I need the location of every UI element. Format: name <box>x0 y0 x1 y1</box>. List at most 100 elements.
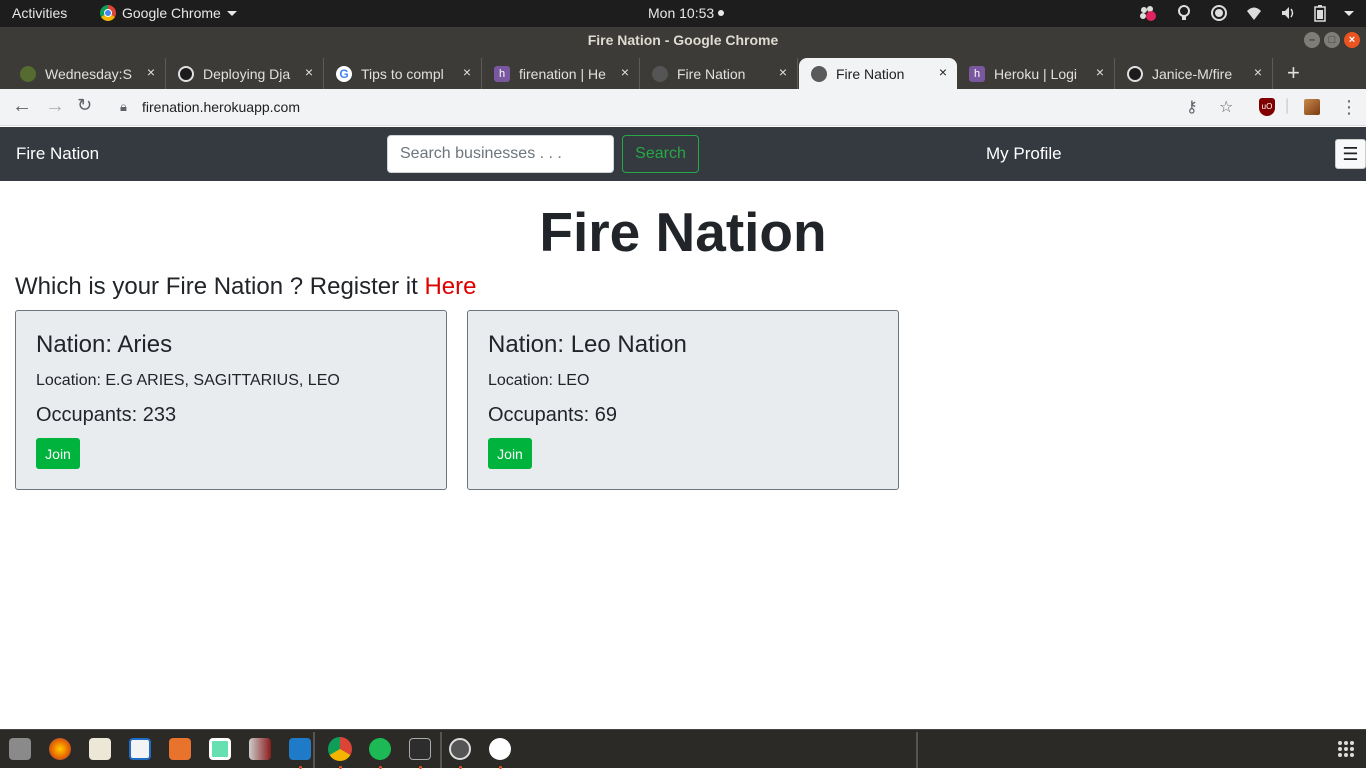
tagline-text: Which is your Fire Nation ? Register it <box>15 273 418 300</box>
close-tab-icon[interactable]: × <box>1096 64 1104 80</box>
tab-label: Deploying Dja <box>203 65 291 82</box>
search-input[interactable] <box>387 135 614 173</box>
software-center-icon[interactable] <box>169 738 191 760</box>
clock[interactable]: Mon 10:53 <box>648 5 725 21</box>
card-location: Location: E.G ARIES, SAGITTARIUS, LEO <box>36 372 340 389</box>
slack-tray-icon[interactable] <box>1138 4 1158 22</box>
heroku-icon: h <box>969 65 985 82</box>
tab-firenation-heroku[interactable]: h firenation | He × <box>482 58 640 89</box>
calendar-icon <box>20 65 36 82</box>
volume-icon[interactable] <box>1280 5 1296 21</box>
close-tab-icon[interactable]: × <box>1254 64 1262 80</box>
tab-fire-nation[interactable]: Fire Nation × <box>640 58 798 89</box>
chrome-icon <box>100 5 116 21</box>
tab-label: Janice-M/fire <box>1152 65 1233 82</box>
caret-down-icon <box>226 10 237 16</box>
my-profile-link[interactable]: My Profile <box>986 144 1062 164</box>
files-app-icon[interactable] <box>9 738 31 760</box>
maximize-button[interactable]: □ <box>1324 32 1340 48</box>
tab-label: Fire Nation <box>677 65 746 82</box>
nation-card: Nation: Aries Location: E.G ARIES, SAGIT… <box>15 310 447 490</box>
tab-fire-nation-active[interactable]: Fire Nation × <box>799 58 957 89</box>
nation-card: Nation: Leo Nation Location: LEO Occupan… <box>467 310 899 490</box>
card-title: Nation: Aries <box>36 331 173 358</box>
register-tagline: Which is your Fire Nation ? Register it … <box>15 273 477 301</box>
app-menu[interactable]: Google Chrome <box>100 5 237 21</box>
slack-app-icon[interactable] <box>489 738 511 760</box>
card-occupants: Occupants: 69 <box>488 404 617 426</box>
reload-button[interactable]: ↻ <box>77 95 92 116</box>
tab-janice-repo[interactable]: Janice-M/fire × <box>1115 58 1273 89</box>
extension-avatar-icon[interactable] <box>1304 99 1320 115</box>
site-navbar: Fire Nation Search My Profile ☰ <box>0 127 1366 181</box>
chrome-menu-icon[interactable]: ⋮ <box>1340 97 1358 118</box>
forward-button[interactable]: → <box>45 95 65 118</box>
record-icon[interactable] <box>1210 4 1228 22</box>
tab-heroku-login[interactable]: h Heroku | Logi × <box>957 58 1115 89</box>
firefox-app-icon[interactable] <box>49 738 71 760</box>
dock-divider <box>313 732 315 768</box>
vscode-app-icon[interactable] <box>289 738 311 760</box>
ubuntu-dock <box>0 729 1366 769</box>
heroku-icon: h <box>494 65 510 82</box>
back-button[interactable]: ← <box>12 95 32 118</box>
tab-label: Tips to compl <box>361 65 444 82</box>
dock-divider <box>916 732 918 768</box>
tab-tips[interactable]: G Tips to compl × <box>324 58 482 89</box>
inkscape-app-icon[interactable] <box>449 738 471 760</box>
tab-wednesday[interactable]: Wednesday:S × <box>8 58 166 89</box>
hamburger-menu-icon[interactable]: ☰ <box>1335 139 1366 169</box>
terminal-app-icon[interactable] <box>409 738 431 760</box>
editor-app-icon[interactable] <box>209 738 231 760</box>
app-menu-label: Google Chrome <box>122 5 221 21</box>
search-button[interactable]: Search <box>622 135 699 173</box>
window-title: Fire Nation - Google Chrome <box>587 32 779 48</box>
new-tab-button[interactable]: + <box>1287 60 1300 86</box>
globe-icon <box>811 65 827 82</box>
register-here-link[interactable]: Here <box>424 273 476 300</box>
tab-label: Wednesday:S <box>45 65 132 82</box>
gnome-top-bar: Activities Google Chrome Mon 10:53 <box>0 0 1366 27</box>
window-titlebar: Fire Nation - Google Chrome – □ × <box>0 27 1366 54</box>
notification-dot-icon <box>718 10 725 16</box>
system-menu-caret-icon[interactable] <box>1344 10 1354 16</box>
writer-app-icon[interactable] <box>129 738 151 760</box>
chrome-app-icon[interactable] <box>328 737 352 761</box>
tab-label: Heroku | Logi <box>994 65 1078 82</box>
join-button[interactable]: Join <box>36 438 80 469</box>
dock-divider <box>440 732 442 768</box>
brand-link[interactable]: Fire Nation <box>16 144 99 164</box>
address-bar[interactable]: firenation.herokuapp.com <box>142 99 300 115</box>
close-tab-icon[interactable]: × <box>621 64 629 80</box>
page-title: Fire Nation <box>539 201 827 263</box>
tab-strip: Wednesday:S × Deploying Dja × G Tips to … <box>0 54 1366 89</box>
show-applications-icon[interactable] <box>1338 741 1354 757</box>
tab-deploying-django[interactable]: Deploying Dja × <box>166 58 324 89</box>
key-icon[interactable]: ⚷ <box>1186 97 1198 117</box>
ublock-extension-icon[interactable]: uO <box>1259 98 1275 116</box>
google-icon: G <box>336 65 352 82</box>
join-button[interactable]: Join <box>488 438 532 469</box>
spotify-app-icon[interactable] <box>369 738 391 760</box>
close-window-button[interactable]: × <box>1344 32 1360 48</box>
close-tab-icon[interactable]: × <box>305 64 313 80</box>
clock-label: Mon 10:53 <box>648 5 715 21</box>
image-viewer-icon[interactable] <box>249 738 271 760</box>
close-tab-icon[interactable]: × <box>779 64 787 80</box>
minimize-button[interactable]: – <box>1304 32 1320 48</box>
lock-icon[interactable]: 🔒︎ <box>120 99 127 115</box>
close-tab-icon[interactable]: × <box>939 64 947 80</box>
bookmark-star-icon[interactable]: ☆ <box>1219 97 1233 117</box>
lightbulb-icon[interactable] <box>1176 4 1192 22</box>
tab-label: firenation | He <box>519 65 606 82</box>
browser-toolbar: ← → ↻ 🔒︎ firenation.herokuapp.com ⚷ ☆ | … <box>0 89 1366 126</box>
close-tab-icon[interactable]: × <box>147 64 155 80</box>
close-tab-icon[interactable]: × <box>463 64 471 80</box>
system-tray[interactable] <box>1138 4 1354 22</box>
battery-icon[interactable] <box>1314 4 1326 22</box>
notes-app-icon[interactable] <box>89 738 111 760</box>
card-title: Nation: Leo Nation <box>488 331 687 358</box>
tab-label: Fire Nation <box>836 65 905 82</box>
activities-button[interactable]: Activities <box>12 5 67 21</box>
wifi-icon[interactable] <box>1246 5 1262 21</box>
